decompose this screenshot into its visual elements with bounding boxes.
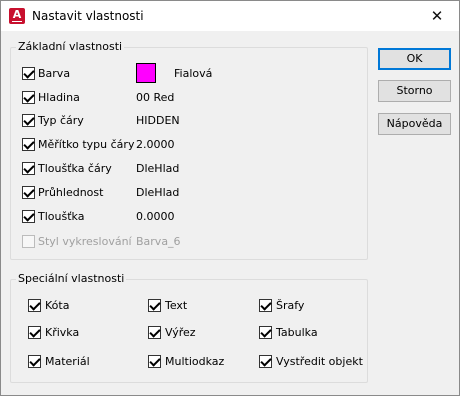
close-button[interactable]: ✕ xyxy=(415,1,459,31)
close-icon: ✕ xyxy=(430,7,444,25)
checkbox-tabulka[interactable] xyxy=(259,326,272,339)
checkbox-krivka[interactable] xyxy=(28,326,41,339)
label-kota: Kóta xyxy=(45,299,70,312)
label-tloustka-cary: Tloušťka čáry xyxy=(38,162,112,175)
label-material: Materiál xyxy=(45,355,90,368)
ok-button[interactable]: OK xyxy=(378,48,451,70)
checkbox-material[interactable] xyxy=(28,355,41,368)
checkbox-styl-vykreslovani xyxy=(22,235,35,248)
color-swatch xyxy=(136,63,156,83)
checkbox-pruhlednost[interactable] xyxy=(22,186,35,199)
value-meritko-typu-cary: 2.0000 xyxy=(136,138,175,151)
value-styl-vykreslovani: Barva_6 xyxy=(136,235,181,248)
value-pruhlednost: DleHlad xyxy=(136,186,180,199)
label-hladina: Hladina xyxy=(38,91,80,104)
label-tabulka: Tabulka xyxy=(276,326,318,339)
autocad-app-icon: A xyxy=(9,8,25,24)
checkbox-vyrez[interactable] xyxy=(148,326,161,339)
label-vystredit-objekt: Vystředit objekt xyxy=(276,355,363,368)
label-vyrez: Výřez xyxy=(165,326,196,339)
label-barva: Barva xyxy=(38,67,71,80)
value-hladina: 00 Red xyxy=(136,91,175,104)
checkbox-tloustka-cary[interactable] xyxy=(22,162,35,175)
checkbox-barva[interactable] xyxy=(22,67,35,80)
value-typ-cary: HIDDEN xyxy=(136,114,180,127)
window-title: Nastavit vlastnosti xyxy=(32,9,144,23)
special-properties-legend: Speciální vlastnosti xyxy=(16,272,127,286)
help-button[interactable]: Nápověda xyxy=(378,113,451,135)
checkbox-srafy[interactable] xyxy=(259,299,272,312)
label-typ-cary: Typ čáry xyxy=(38,114,84,127)
checkbox-kota[interactable] xyxy=(28,299,41,312)
checkbox-tloustka[interactable] xyxy=(22,210,35,223)
cancel-button[interactable]: Storno xyxy=(378,80,451,102)
checkbox-multiodkaz[interactable] xyxy=(148,355,161,368)
title-bar: A Nastavit vlastnosti ✕ xyxy=(1,1,459,31)
checkbox-text[interactable] xyxy=(148,299,161,312)
label-tloustka: Tloušťka xyxy=(38,210,85,223)
basic-properties-legend: Základní vlastnosti xyxy=(16,40,125,54)
value-tloustka: 0.0000 xyxy=(136,210,175,223)
checkbox-vystredit-objekt[interactable] xyxy=(259,355,272,368)
value-tloustka-cary: DleHlad xyxy=(136,162,180,175)
label-srafy: Šrafy xyxy=(276,299,305,312)
label-styl-vykreslovani: Styl vykreslování xyxy=(38,235,132,248)
label-pruhlednost: Průhlednost xyxy=(38,186,104,199)
value-barva: Fialová xyxy=(174,67,213,80)
checkbox-hladina[interactable] xyxy=(22,91,35,104)
label-multiodkaz: Multiodkaz xyxy=(165,355,225,368)
properties-dialog: A Nastavit vlastnosti ✕ Základní vlastno… xyxy=(0,0,460,396)
checkbox-typ-cary[interactable] xyxy=(22,114,35,127)
label-krivka: Křivka xyxy=(45,326,80,339)
label-meritko-typu-cary: Měřítko typu čáry xyxy=(38,138,135,151)
checkbox-meritko-typu-cary[interactable] xyxy=(22,138,35,151)
label-text: Text xyxy=(165,299,188,312)
